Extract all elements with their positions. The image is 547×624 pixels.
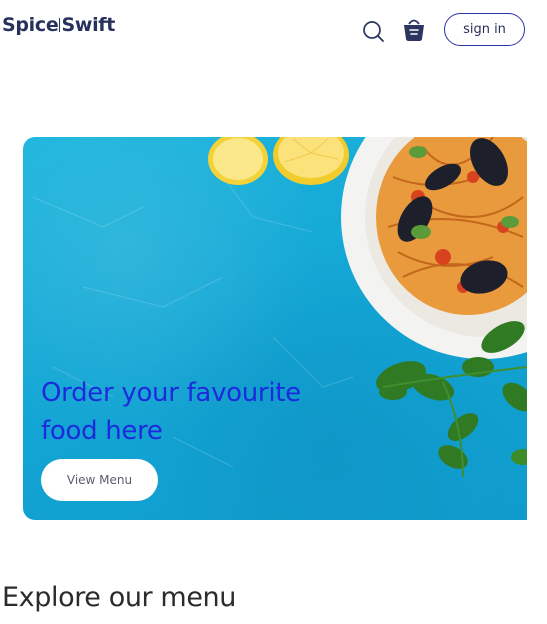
sign-in-button[interactable]: sign in — [444, 13, 525, 46]
hero-title: Order your favourite food here — [41, 378, 301, 446]
logo-text-swift: Swift — [61, 14, 116, 36]
logo-text-spice: Spice — [2, 14, 59, 36]
section-title: Explore our menu — [2, 582, 236, 613]
lemon-slices — [208, 137, 349, 185]
hero-banner: Order your favourite food here View Menu — [23, 137, 527, 520]
logo[interactable]: Spice Swift — [2, 14, 115, 36]
navbar: Spice Swift sign in — [0, 0, 547, 60]
view-menu-button[interactable]: View Menu — [41, 459, 158, 501]
basket-icon[interactable] — [402, 16, 426, 42]
search-icon[interactable] — [361, 19, 385, 43]
